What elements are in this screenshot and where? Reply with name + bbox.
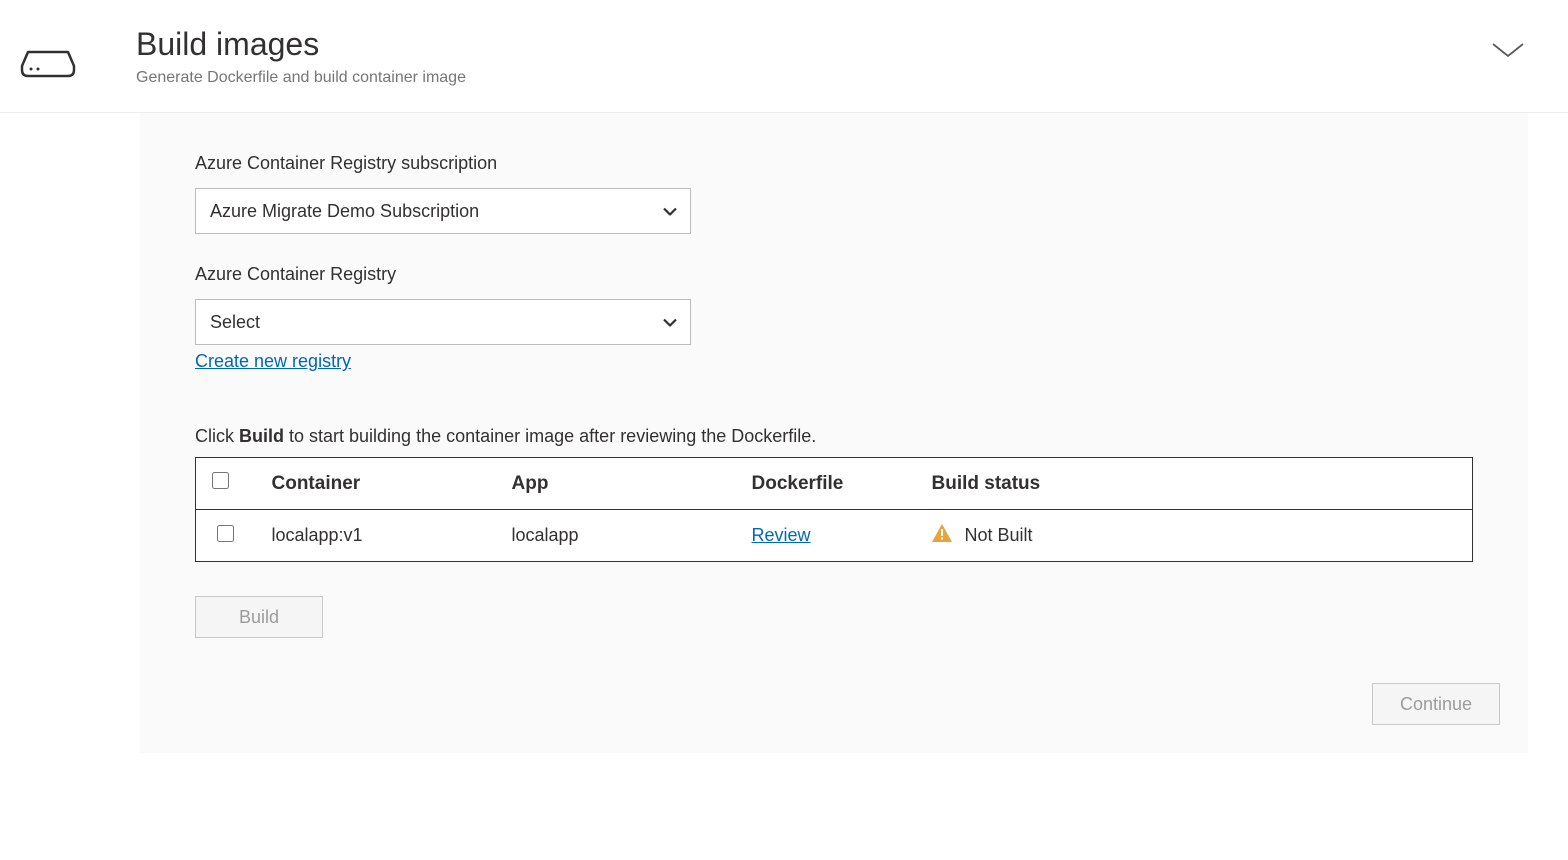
table-header-row: Container App Dockerfile Build status (196, 458, 1473, 510)
app-cell: localapp (496, 510, 736, 562)
continue-button[interactable]: Continue (1372, 683, 1500, 725)
column-header-app: App (496, 458, 736, 510)
page-title: Build images (136, 25, 1488, 63)
subscription-field: Azure Container Registry subscription Az… (195, 153, 1473, 234)
subscription-select-value: Azure Migrate Demo Subscription (210, 201, 479, 222)
row-select-checkbox[interactable] (217, 525, 234, 542)
column-header-build-status: Build status (916, 458, 1473, 510)
table-row: localapp:v1 localapp Review Not Built (196, 510, 1473, 562)
instruction-post: to start building the container image af… (284, 426, 816, 446)
registry-label: Azure Container Registry (195, 264, 1473, 285)
build-instruction: Click Build to start building the contai… (195, 426, 1473, 447)
content-panel: Azure Container Registry subscription Az… (140, 113, 1528, 753)
create-registry-link[interactable]: Create new registry (195, 351, 351, 371)
build-button[interactable]: Build (195, 596, 323, 638)
header-text-block: Build images Generate Dockerfile and bui… (136, 25, 1488, 87)
dockerfile-cell: Review (736, 510, 916, 562)
row-select-cell (196, 510, 256, 562)
select-all-checkbox[interactable] (212, 472, 229, 489)
build-status-cell: Not Built (916, 510, 1473, 562)
column-header-dockerfile: Dockerfile (736, 458, 916, 510)
containers-table: Container App Dockerfile Build status lo… (195, 457, 1473, 562)
select-all-header (196, 458, 256, 510)
status-text: Not Built (965, 525, 1033, 545)
column-header-container: Container (256, 458, 496, 510)
disk-icon (20, 40, 76, 80)
subscription-label: Azure Container Registry subscription (195, 153, 1473, 174)
collapse-chevron-icon[interactable] (1488, 35, 1528, 65)
review-dockerfile-link[interactable]: Review (752, 525, 811, 545)
registry-select-value: Select (210, 312, 260, 333)
instruction-bold: Build (239, 426, 284, 446)
page-header: Build images Generate Dockerfile and bui… (0, 0, 1568, 113)
container-cell: localapp:v1 (256, 510, 496, 562)
instruction-pre: Click (195, 426, 239, 446)
warning-icon (932, 524, 952, 547)
subscription-select[interactable]: Azure Migrate Demo Subscription (195, 188, 691, 234)
registry-select[interactable]: Select (195, 299, 691, 345)
registry-field: Azure Container Registry Select Create n… (195, 264, 1473, 372)
page-subtitle: Generate Dockerfile and build container … (136, 69, 1488, 87)
